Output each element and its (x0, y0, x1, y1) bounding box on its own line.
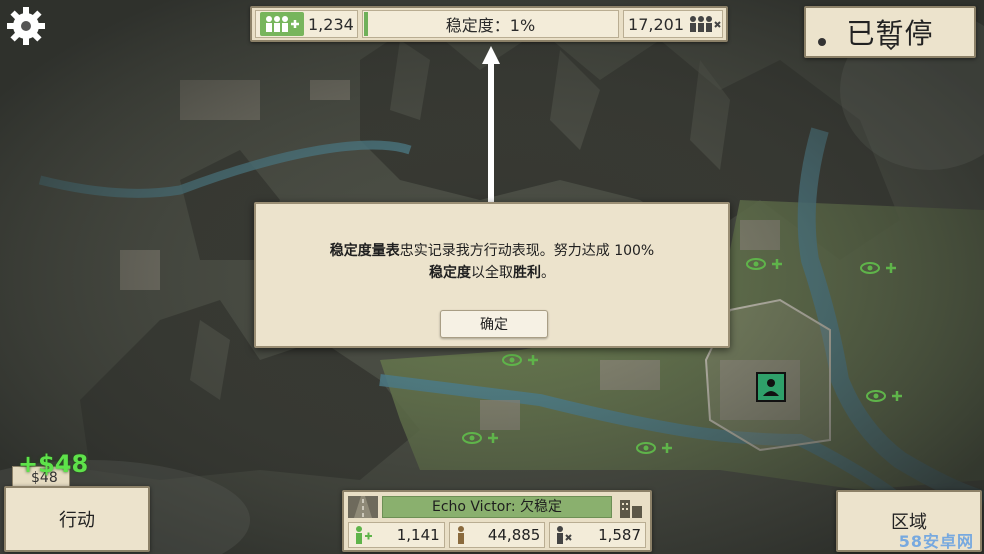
pause-toggle[interactable]: 已暂停 (804, 6, 976, 58)
enemies-count[interactable]: 17,201 (623, 10, 723, 38)
visibility-plus-icon[interactable] (746, 256, 786, 272)
region-enemies: 1,587 (549, 522, 647, 548)
visibility-plus-icon[interactable] (636, 440, 676, 456)
supporters-value: 1,234 (308, 14, 354, 34)
region-supporters: 1,141 (348, 522, 445, 548)
status-bar: 1,234 稳定度：1% 17,201 (250, 6, 728, 42)
gear-icon[interactable] (4, 4, 48, 48)
enemies-icon (688, 12, 722, 36)
region-supporters-value: 1,141 (396, 526, 440, 544)
building-icon (620, 500, 642, 518)
region-enemies-value: 1,587 (598, 526, 642, 544)
base-icon[interactable] (756, 372, 786, 402)
dialog-message: 稳定度量表忠实记录我方行动表现。努力达成 100% 稳定度以全取胜利。 (276, 240, 708, 284)
stability-meter[interactable]: 稳定度：1% (361, 10, 620, 38)
visibility-plus-icon[interactable] (462, 430, 502, 446)
visibility-plus-icon[interactable] (502, 352, 542, 368)
dialog-text-2: 以全取 (471, 265, 513, 281)
region-stats: 1,141 44,885 1,587 (348, 522, 647, 548)
dialog-term-stability: 稳定度 (429, 265, 471, 281)
stability-label: 稳定度：1% (445, 16, 536, 35)
tutorial-dialog: 稳定度量表忠实记录我方行动表现。努力达成 100% 稳定度以全取胜利。 确定 (254, 202, 730, 348)
watermark: 58安卓网 (898, 532, 974, 551)
ok-button[interactable]: 确定 (440, 310, 548, 338)
dialog-text-3: 。 (541, 265, 555, 281)
road-icon (348, 496, 378, 518)
visibility-plus-icon[interactable] (860, 260, 900, 276)
enemy-person-icon (557, 526, 573, 544)
region-neutral-value: 44,885 (487, 526, 541, 544)
neutral-person-icon (457, 526, 464, 544)
region-neutral: 44,885 (448, 522, 546, 548)
supporters-icon (260, 12, 304, 36)
region-name: Echo Victor: 欠稳定 (382, 496, 612, 518)
enemies-value: 17,201 (628, 14, 684, 34)
supporters-count[interactable]: 1,234 (255, 10, 358, 38)
pointer-arrow (482, 46, 500, 202)
money-gain: +$48 (18, 450, 89, 478)
supporter-person-icon (356, 526, 372, 544)
chevron-down-icon (886, 44, 896, 51)
action-button[interactable]: 行动 (4, 486, 150, 552)
region-info-panel[interactable]: Echo Victor: 欠稳定 1,141 44,885 1,587 (342, 490, 652, 552)
visibility-plus-icon[interactable] (866, 388, 906, 404)
dialog-term-stability-meter: 稳定度量表 (329, 243, 400, 259)
stability-fill (363, 12, 368, 36)
dialog-text-1: 忠实记录我方行动表现。努力达成 100% (399, 243, 655, 259)
dialog-term-victory: 胜利 (513, 265, 541, 281)
